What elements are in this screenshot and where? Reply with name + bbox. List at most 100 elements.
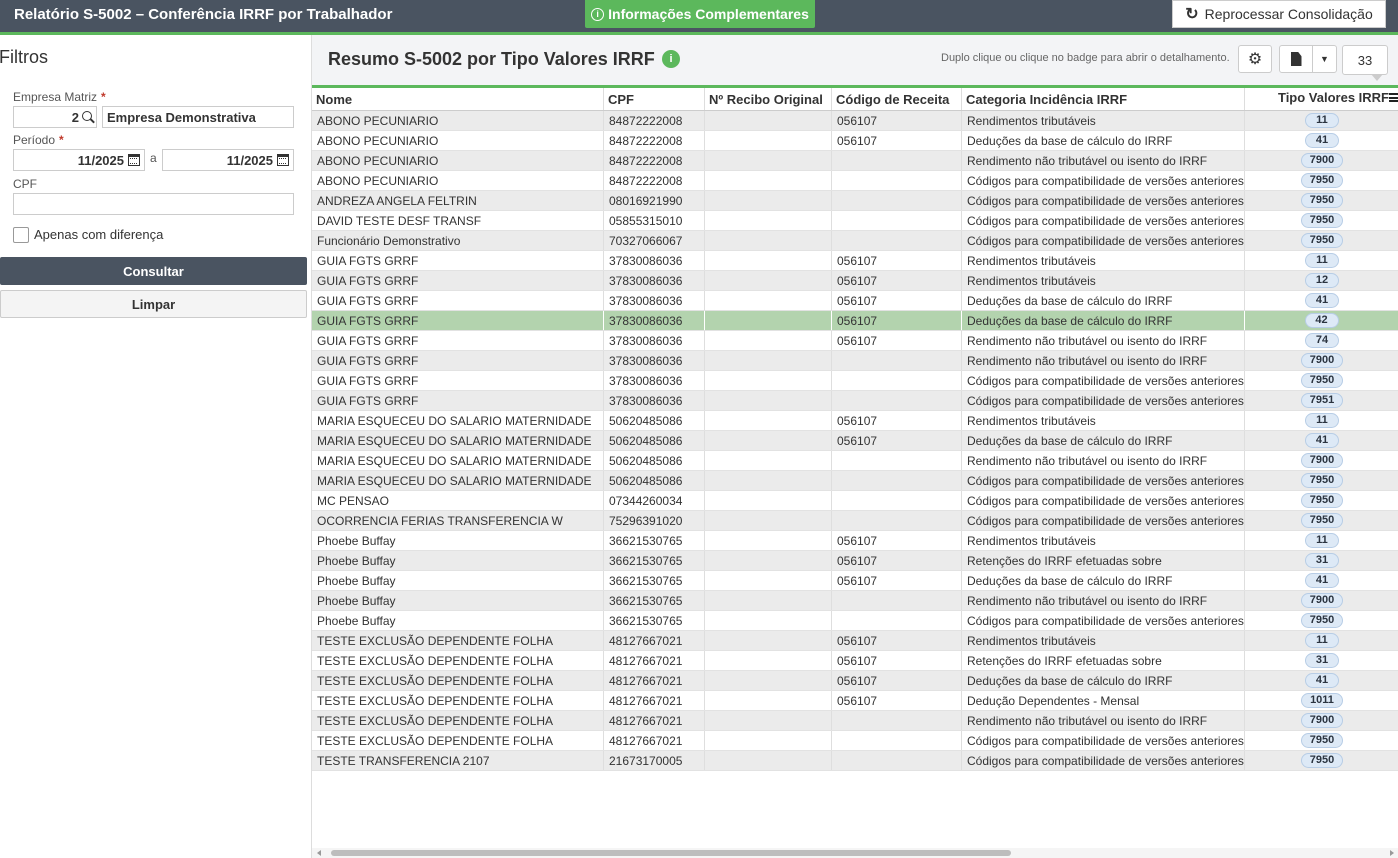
column-header-tipo[interactable]: Tipo Valores IRRF [1245, 88, 1398, 110]
tipo-badge[interactable]: 41 [1305, 573, 1339, 588]
tipo-badge[interactable]: 7950 [1300, 753, 1344, 768]
table-row[interactable]: OCORRENCIA FERIAS TRANSFERENCIA W 7529639… [312, 511, 1398, 531]
table-row[interactable]: MARIA ESQUECEU DO SALARIO MATERNIDADE 506… [312, 451, 1398, 471]
table-row[interactable]: Phoebe Buffay 36621530765 Códigos para com… [312, 611, 1398, 631]
table-row[interactable]: TESTE EXCLUSÃO DEPENDENTE FOLHA 481276670… [312, 711, 1398, 731]
limpar-button[interactable]: Limpar [0, 290, 307, 318]
tipo-badge[interactable]: 7950 [1300, 493, 1344, 508]
cell-recibo [705, 411, 832, 430]
cell-codigo [832, 471, 962, 490]
calendar-icon[interactable] [277, 154, 289, 166]
table-row[interactable]: Phoebe Buffay 36621530765 056107 Retenções … [312, 551, 1398, 571]
table-row[interactable]: GUIA FGTS GRRF 37830086036 Códigos para co… [312, 391, 1398, 411]
reprocessar-button[interactable]: ↻ Reprocessar Consolidação [1172, 0, 1386, 28]
tipo-badge[interactable]: 7950 [1300, 733, 1344, 748]
export-button[interactable] [1280, 46, 1313, 72]
table-row[interactable]: Phoebe Buffay 36621530765 056107 Rendimento… [312, 531, 1398, 551]
tipo-badge[interactable]: 41 [1305, 133, 1339, 148]
table-row[interactable]: MARIA ESQUECEU DO SALARIO MATERNIDADE 506… [312, 431, 1398, 451]
tipo-badge[interactable]: 42 [1304, 313, 1339, 328]
table-row[interactable]: GUIA FGTS GRRF 37830086036 056107 Deduções … [312, 311, 1398, 331]
table-row[interactable]: GUIA FGTS GRRF 37830086036 056107 Rendiment… [312, 271, 1398, 291]
scroll-right-arrow-icon[interactable] [1390, 850, 1394, 856]
table-row[interactable]: TESTE EXCLUSÃO DEPENDENTE FOLHA 481276670… [312, 631, 1398, 651]
tipo-badge[interactable]: 7950 [1300, 193, 1344, 208]
tipo-badge[interactable]: 1011 [1301, 693, 1343, 708]
table-row[interactable]: ABONO PECUNIARIO 84872222008 056107 Rendime… [312, 111, 1398, 131]
consultar-button[interactable]: Consultar [0, 257, 307, 285]
tipo-badge[interactable]: 11 [1305, 533, 1339, 548]
tipo-badge[interactable]: 41 [1305, 293, 1339, 308]
export-dropdown-toggle[interactable]: ▼ [1313, 46, 1336, 72]
table-row[interactable]: TESTE EXCLUSÃO DEPENDENTE FOLHA 481276670… [312, 651, 1398, 671]
settings-button[interactable]: ⚙ [1238, 45, 1272, 73]
table-row[interactable]: Funcionário Demonstrativo 70327066067 Códi… [312, 231, 1398, 251]
table-row[interactable]: GUIA FGTS GRRF 37830086036 056107 Rendiment… [312, 331, 1398, 351]
table-row[interactable]: TESTE EXCLUSÃO DEPENDENTE FOLHA 481276670… [312, 691, 1398, 711]
table-row[interactable]: GUIA FGTS GRRF 37830086036 Rendimento não … [312, 351, 1398, 371]
column-menu-icon[interactable] [1389, 93, 1398, 102]
table-row[interactable]: MARIA ESQUECEU DO SALARIO MATERNIDADE 506… [312, 411, 1398, 431]
tipo-badge[interactable]: 7950 [1300, 373, 1344, 388]
tipo-badge[interactable]: 7900 [1300, 453, 1344, 468]
export-button-group[interactable]: ▼ [1279, 45, 1337, 73]
table-row[interactable]: GUIA FGTS GRRF 37830086036 056107 Deduções … [312, 291, 1398, 311]
tipo-badge[interactable]: 7950 [1300, 173, 1344, 188]
column-header-cpf[interactable]: CPF [604, 88, 705, 110]
table-row[interactable]: TESTE EXCLUSÃO DEPENDENTE FOLHA 481276670… [312, 731, 1398, 751]
info-icon[interactable]: i [662, 50, 680, 68]
table-row[interactable]: MARIA ESQUECEU DO SALARIO MATERNIDADE 506… [312, 471, 1398, 491]
search-icon[interactable] [82, 111, 92, 121]
tipo-badge[interactable]: 11 [1305, 113, 1339, 128]
column-header-nome[interactable]: Nome [312, 88, 604, 110]
tipo-badge[interactable]: 11 [1305, 633, 1339, 648]
table-row[interactable]: ABONO PECUNIARIO 84872222008 056107 Deduçõe… [312, 131, 1398, 151]
column-header-recibo[interactable]: Nº Recibo Original [705, 88, 832, 110]
table-row[interactable]: Phoebe Buffay 36621530765 056107 Deduções d… [312, 571, 1398, 591]
horizontal-scrollbar[interactable] [312, 848, 1398, 858]
table-row[interactable]: ABONO PECUNIARIO 84872222008 Rendimento nã… [312, 151, 1398, 171]
cell-recibo [705, 451, 832, 470]
tipo-badge[interactable]: 7951 [1300, 393, 1344, 408]
table-row[interactable]: TESTE TRANSFERENCIA 2107 21673170005 Códig… [312, 751, 1398, 771]
tipo-badge[interactable]: 7950 [1300, 613, 1344, 628]
table-row[interactable]: GUIA FGTS GRRF 37830086036 Códigos para co… [312, 371, 1398, 391]
empresa-code-input[interactable]: 2 [13, 106, 97, 128]
periodo-to-input[interactable]: 11/2025 [162, 149, 294, 171]
info-complementares-button[interactable]: i Informações Complementares [585, 0, 815, 28]
apenas-diferenca-checkbox[interactable] [13, 227, 29, 243]
cell-nome: GUIA FGTS GRRF [312, 371, 604, 390]
app-root: Relatório S-5002 – Conferência IRRF por … [0, 0, 1398, 858]
table-row[interactable]: ANDREZA ANGELA FELTRIN 08016921990 Códigos… [312, 191, 1398, 211]
tipo-badge[interactable]: 41 [1305, 673, 1339, 688]
table-row[interactable]: GUIA FGTS GRRF 37830086036 056107 Rendiment… [312, 251, 1398, 271]
cell-recibo [705, 531, 832, 550]
tipo-badge[interactable]: 11 [1305, 253, 1339, 268]
periodo-from-input[interactable]: 11/2025 [13, 149, 145, 171]
column-header-categoria[interactable]: Categoria Incidência IRRF [962, 88, 1245, 110]
table-row[interactable]: DAVID TESTE DESF TRANSF 05855315010 Código… [312, 211, 1398, 231]
tipo-badge[interactable]: 7950 [1300, 213, 1344, 228]
tipo-badge[interactable]: 12 [1305, 273, 1339, 288]
tipo-badge[interactable]: 7900 [1300, 153, 1344, 168]
tipo-badge[interactable]: 7950 [1300, 513, 1344, 528]
table-row[interactable]: MC PENSAO 07344260034 Códigos para compati… [312, 491, 1398, 511]
scroll-left-arrow-icon[interactable] [317, 850, 321, 856]
table-row[interactable]: TESTE EXCLUSÃO DEPENDENTE FOLHA 481276670… [312, 671, 1398, 691]
tipo-badge[interactable]: 11 [1305, 413, 1339, 428]
tipo-badge[interactable]: 31 [1305, 553, 1339, 568]
tipo-badge[interactable]: 7950 [1300, 473, 1344, 488]
calendar-icon[interactable] [128, 154, 140, 166]
tipo-badge[interactable]: 7950 [1300, 233, 1344, 248]
column-header-codigo[interactable]: Código de Receita [832, 88, 962, 110]
tipo-badge[interactable]: 7900 [1300, 593, 1344, 608]
tipo-badge[interactable]: 7900 [1300, 713, 1344, 728]
tipo-badge[interactable]: 7900 [1300, 353, 1344, 368]
tipo-badge[interactable]: 41 [1305, 433, 1339, 448]
tipo-badge[interactable]: 31 [1305, 653, 1339, 668]
scrollbar-thumb[interactable] [331, 850, 1011, 856]
cpf-input[interactable] [13, 193, 294, 215]
table-row[interactable]: Phoebe Buffay 36621530765 Rendimento não t… [312, 591, 1398, 611]
table-row[interactable]: ABONO PECUNIARIO 84872222008 Códigos para … [312, 171, 1398, 191]
tipo-badge[interactable]: 74 [1305, 333, 1339, 348]
